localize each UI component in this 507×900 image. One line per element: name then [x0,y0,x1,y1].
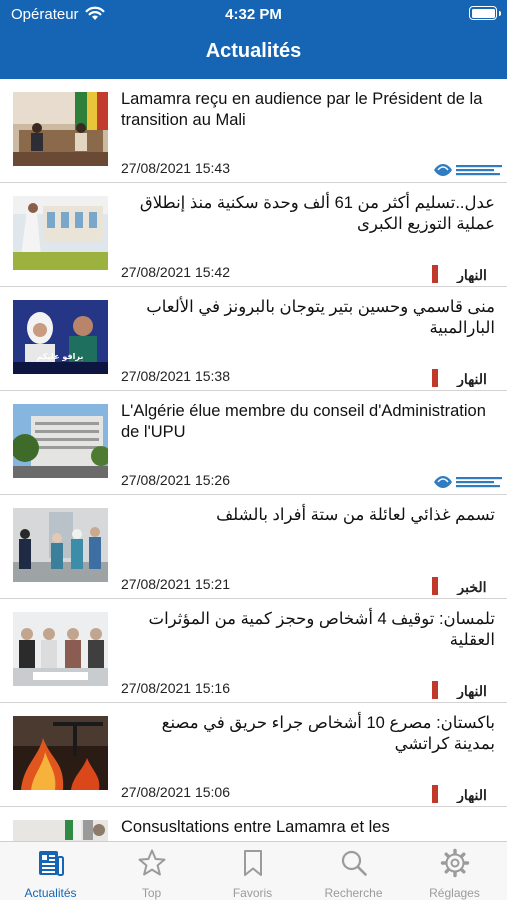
tab-top[interactable]: Top [101,842,202,900]
news-date: 27/08/2021 15:06 [121,784,230,800]
news-date: 27/08/2021 15:21 [121,576,230,592]
news-item[interactable]: Consusltations entre Lamamra et les [0,807,507,841]
news-item[interactable]: L'Algérie élue membre du conseil d'Admin… [0,391,507,495]
news-title: Lamamra reçu en audience par le Présiden… [121,90,483,129]
news-title: Consusltations entre Lamamra et les [121,818,390,836]
battery-icon [469,6,501,20]
ennahar-logo-text: النهار [456,684,487,699]
news-icon [39,851,64,876]
news-item[interactable]: تلمسان: توقيف 4 أشخاص وحجز كمية من المؤث… [0,599,507,703]
news-date: 27/08/2021 15:43 [121,160,230,176]
news-title: L'Algérie élue membre du conseil d'Admin… [121,402,486,441]
tab-label: Top [141,886,162,900]
news-thumbnail [13,612,108,686]
aps-logo-icon [432,161,506,179]
news-date: 27/08/2021 15:38 [121,368,230,384]
news-date: 27/08/2021 15:42 [121,264,230,280]
news-item[interactable]: تسمم غذائي لعائلة من ستة أفراد بالشلف 27… [0,495,507,599]
news-thumbnail [13,92,108,166]
news-thumbnail [13,508,108,582]
news-list: Lamamra reçu en audience par le Présiden… [0,79,507,841]
news-thumbnail: برافو عليكم [13,300,108,374]
star-icon [138,849,166,876]
news-item[interactable]: Lamamra reçu en audience par le Présiden… [0,79,507,183]
ennahar-logo-text: النهار [456,268,487,283]
tab-label: Réglages [429,886,480,900]
elkhabar-logo-text: الخبر [456,580,486,595]
aps-logo-icon [432,473,506,491]
tab-label: Actualités [24,886,77,900]
news-item[interactable]: برافو عليكم منى قاسمي وحسين بتير يتوجان … [0,287,507,391]
news-thumbnail [13,820,108,841]
thumbnail-caption: برافو عليكم [37,352,84,361]
ennahar-logo-text: النهار [456,372,487,387]
status-time: 4:32 PM [225,6,282,23]
news-item[interactable]: باكستان: مصرع 10 أشخاص جراء حريق في مصنع… [0,703,507,807]
news-title: منى قاسمي وحسين بتير يتوجان بالبرونز في … [146,298,495,337]
news-date: 27/08/2021 15:26 [121,472,230,488]
news-title: باكستان: مصرع 10 أشخاص جراء حريق في مصنع… [161,714,495,753]
page-title: Actualités [205,40,302,62]
ennahar-logo-icon: النهار [432,681,506,700]
tab-recherche[interactable]: Recherche [303,842,404,900]
elkhabar-logo-icon: الخبر [432,577,506,596]
tab-bar: Actualités Top Favoris Recherche Réglage… [0,841,507,900]
news-title: تلمسان: توقيف 4 أشخاص وحجز كمية من المؤث… [148,610,495,649]
ennahar-logo-icon: النهار [432,785,506,804]
news-title: تسمم غذائي لعائلة من ستة أفراد بالشلف [216,506,495,524]
news-date: 27/08/2021 15:16 [121,680,230,696]
tab-actualites[interactable]: Actualités [0,842,101,900]
tab-favoris[interactable]: Favoris [202,842,303,900]
news-item[interactable]: عدل..تسليم أكثر من 61 ألف وحدة سكنية منذ… [0,183,507,287]
news-title: عدل..تسليم أكثر من 61 ألف وحدة سكنية منذ… [139,194,495,233]
tab-label: Favoris [232,886,273,900]
tab-label: Recherche [324,886,383,900]
status-bar: Opérateur 4:32 PM [0,0,507,28]
news-thumbnail [13,196,108,270]
ennahar-logo-icon: النهار [432,369,506,388]
tab-reglages[interactable]: Réglages [404,842,505,900]
news-thumbnail [13,404,108,478]
ennahar-logo-text: النهار [456,788,487,803]
news-thumbnail [13,716,108,790]
header: Opérateur 4:32 PM Actualités [0,0,507,79]
gear-icon [440,848,470,878]
bookmark-icon [244,850,262,876]
magnifier-icon [341,850,367,876]
ennahar-logo-icon: النهار [432,265,506,284]
